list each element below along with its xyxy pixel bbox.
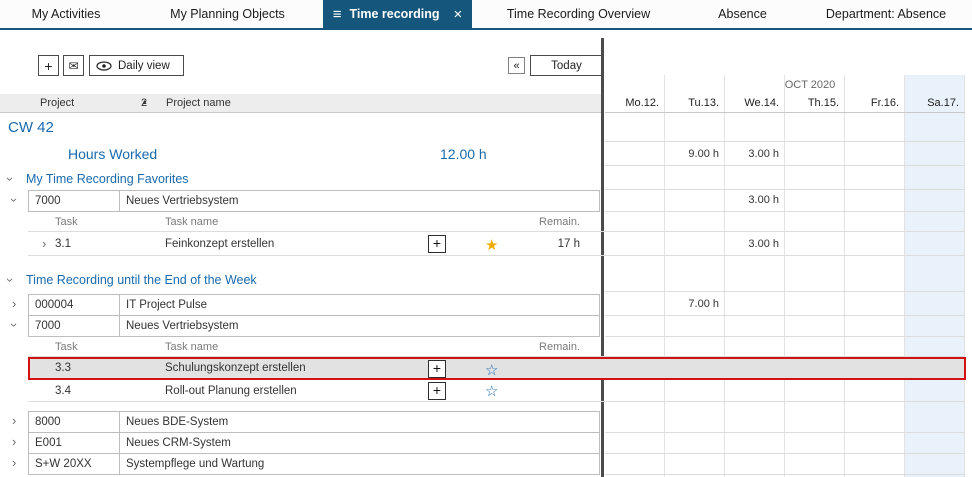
task-id: 3.3 bbox=[55, 357, 71, 380]
tab-my-planning-objects[interactable]: My Planning Objects bbox=[132, 0, 323, 28]
tab-my-activities[interactable]: My Activities bbox=[0, 0, 132, 28]
project-column-header[interactable]: Project bbox=[40, 94, 74, 112]
day-header-fr[interactable]: Fr.16. bbox=[845, 97, 905, 112]
project-name-cell[interactable]: IT Project Pulse bbox=[119, 294, 600, 316]
favorite-star-outline-icon[interactable]: ☆ bbox=[485, 359, 498, 382]
daily-view-button[interactable]: Daily view bbox=[89, 55, 184, 76]
hours-cell-tu: 9.00 h bbox=[665, 142, 725, 166]
task-name: Roll-out Planung erstellen bbox=[165, 380, 297, 402]
tab-time-recording-overview[interactable]: Time Recording Overview bbox=[472, 0, 685, 28]
tab-label: Department: Absence bbox=[826, 7, 946, 21]
table-header: Project 2▲ Project name bbox=[0, 94, 601, 113]
expand-chevron-icon[interactable]: › bbox=[12, 453, 16, 473]
close-tab-icon[interactable]: × bbox=[454, 6, 463, 23]
eye-icon bbox=[96, 61, 112, 71]
tab-label: Absence bbox=[718, 7, 767, 21]
project-name-cell[interactable]: Neues Vertriebsystem bbox=[119, 190, 600, 212]
project-row-000004[interactable]: › 000004 IT Project Pulse 7.00 h bbox=[0, 294, 972, 316]
project-name-cell[interactable]: Systempflege und Wartung bbox=[119, 453, 600, 475]
project-id-cell[interactable]: S+W 20XX bbox=[28, 453, 120, 475]
task-id: 3.1 bbox=[55, 232, 71, 256]
day-header-tu[interactable]: Tu.13. bbox=[665, 97, 725, 112]
task-row-3-3-selected[interactable]: 3.3 Schulungskonzept erstellen + ☆ bbox=[0, 357, 972, 380]
expand-chevron-icon[interactable]: › bbox=[42, 232, 46, 256]
task-column-header: Task bbox=[55, 337, 78, 357]
project-row-7000-favorites[interactable]: › 7000 Neues Vertriebsystem 3.00 h bbox=[0, 190, 972, 212]
week-section-header[interactable]: › Time Recording until the End of the We… bbox=[0, 268, 972, 292]
project-id-cell[interactable]: 8000 bbox=[28, 411, 120, 433]
remain-column-header: Remain. bbox=[500, 337, 580, 357]
tab-department-absence[interactable]: Department: Absence bbox=[800, 0, 972, 28]
task-name: Schulungskonzept erstellen bbox=[165, 357, 306, 380]
expand-chevron-icon[interactable]: › bbox=[12, 432, 16, 452]
tab-label: My Planning Objects bbox=[170, 7, 285, 21]
week-section-title: Time Recording until the End of the Week bbox=[26, 268, 257, 292]
tab-label: My Activities bbox=[32, 7, 101, 21]
project-name-cell[interactable]: Neues BDE-System bbox=[119, 411, 600, 433]
project-id-cell[interactable]: 7000 bbox=[28, 190, 120, 212]
project-id-cell[interactable]: E001 bbox=[28, 432, 120, 454]
previous-period-button[interactable]: « bbox=[508, 57, 525, 74]
day-header-th[interactable]: Th.15. bbox=[785, 97, 845, 112]
add-time-entry-button[interactable]: + bbox=[428, 360, 446, 378]
task-name: Feinkonzept erstellen bbox=[165, 232, 274, 256]
collapse-chevron-icon[interactable]: › bbox=[0, 177, 21, 181]
day-header-mo[interactable]: Mo.12. bbox=[605, 97, 665, 112]
project-name-cell[interactable]: Neues Vertriebsystem bbox=[119, 315, 600, 337]
tab-bar: My Activities My Planning Objects ≡ Time… bbox=[0, 0, 972, 30]
time-recording-app: My Activities My Planning Objects ≡ Time… bbox=[0, 0, 972, 477]
day-header-sa[interactable]: Sa.17. bbox=[905, 97, 965, 112]
task-hours-cell-we[interactable]: 3.00 h bbox=[725, 232, 785, 256]
project-row-8000[interactable]: › 8000 Neues BDE-System bbox=[0, 411, 972, 433]
project-hours-cell-we[interactable]: 3.00 h bbox=[725, 190, 785, 212]
week-group-row: CW 42 bbox=[0, 114, 972, 142]
calendar-header-divider bbox=[605, 112, 965, 113]
remain-column-header: Remain. bbox=[500, 212, 580, 232]
project-id-cell[interactable]: 7000 bbox=[28, 315, 120, 337]
project-hours-cell-tu[interactable]: 7.00 h bbox=[665, 294, 725, 316]
view-mode-label: Daily view bbox=[118, 60, 170, 72]
today-button[interactable]: Today bbox=[530, 55, 603, 76]
add-time-entry-button[interactable]: + bbox=[428, 235, 446, 253]
collapse-chevron-icon[interactable]: › bbox=[4, 198, 24, 202]
project-row-sw20xx[interactable]: › S+W 20XX Systempflege und Wartung bbox=[0, 453, 972, 475]
collapse-chevron-icon[interactable]: › bbox=[4, 323, 24, 327]
project-name-column-header[interactable]: Project name bbox=[166, 94, 231, 112]
expand-chevron-icon[interactable]: › bbox=[12, 294, 16, 314]
sort-ascending-icon: ▲ bbox=[141, 94, 148, 112]
day-header-we[interactable]: We.14. bbox=[725, 97, 785, 112]
hamburger-menu-icon[interactable]: ≡ bbox=[333, 6, 342, 23]
hours-worked-label: Hours Worked bbox=[68, 142, 157, 166]
task-name-column-header: Task name bbox=[165, 212, 218, 232]
project-row-7000[interactable]: › 7000 Neues Vertriebsystem bbox=[0, 315, 972, 337]
hours-cell-we: 3.00 h bbox=[725, 142, 785, 166]
project-id-cell[interactable]: 000004 bbox=[28, 294, 120, 316]
task-column-header-row: Task Task name Remain. bbox=[0, 337, 972, 357]
add-button[interactable]: + bbox=[38, 55, 59, 76]
hours-worked-row: Hours Worked 12.00 h 9.00 h 3.00 h bbox=[0, 142, 972, 166]
task-name-column-header: Task name bbox=[165, 337, 218, 357]
tab-time-recording[interactable]: ≡ Time recording × bbox=[323, 0, 472, 28]
project-name-cell[interactable]: Neues CRM-System bbox=[119, 432, 600, 454]
task-row-3-4[interactable]: 3.4 Roll-out Planung erstellen + ☆ bbox=[0, 380, 972, 402]
expand-chevron-icon[interactable]: › bbox=[12, 411, 16, 431]
favorites-section-header[interactable]: › My Time Recording Favorites bbox=[0, 168, 972, 190]
task-remaining-hours: 17 h bbox=[500, 232, 580, 256]
mail-button[interactable]: ✉ bbox=[63, 55, 84, 76]
add-time-entry-button[interactable]: + bbox=[428, 382, 446, 400]
task-row-3-1[interactable]: › 3.1 Feinkonzept erstellen + ★ 17 h 3.0… bbox=[0, 232, 972, 256]
project-row-E001[interactable]: › E001 Neues CRM-System bbox=[0, 432, 972, 454]
favorites-section-title: My Time Recording Favorites bbox=[26, 168, 189, 190]
favorite-star-outline-icon[interactable]: ☆ bbox=[485, 381, 498, 403]
task-column-header-row: Task Task name Remain. bbox=[0, 212, 972, 232]
task-column-header: Task bbox=[55, 212, 78, 232]
month-label: OCT 2020 bbox=[605, 79, 972, 91]
tab-label: Time recording bbox=[349, 7, 439, 21]
task-id: 3.4 bbox=[55, 380, 71, 402]
collapse-chevron-icon[interactable]: › bbox=[0, 278, 22, 282]
tab-label: Time Recording Overview bbox=[507, 7, 650, 21]
week-label: CW 42 bbox=[8, 114, 54, 142]
tab-absence[interactable]: Absence bbox=[685, 0, 800, 28]
hours-worked-total: 12.00 h bbox=[440, 142, 487, 166]
